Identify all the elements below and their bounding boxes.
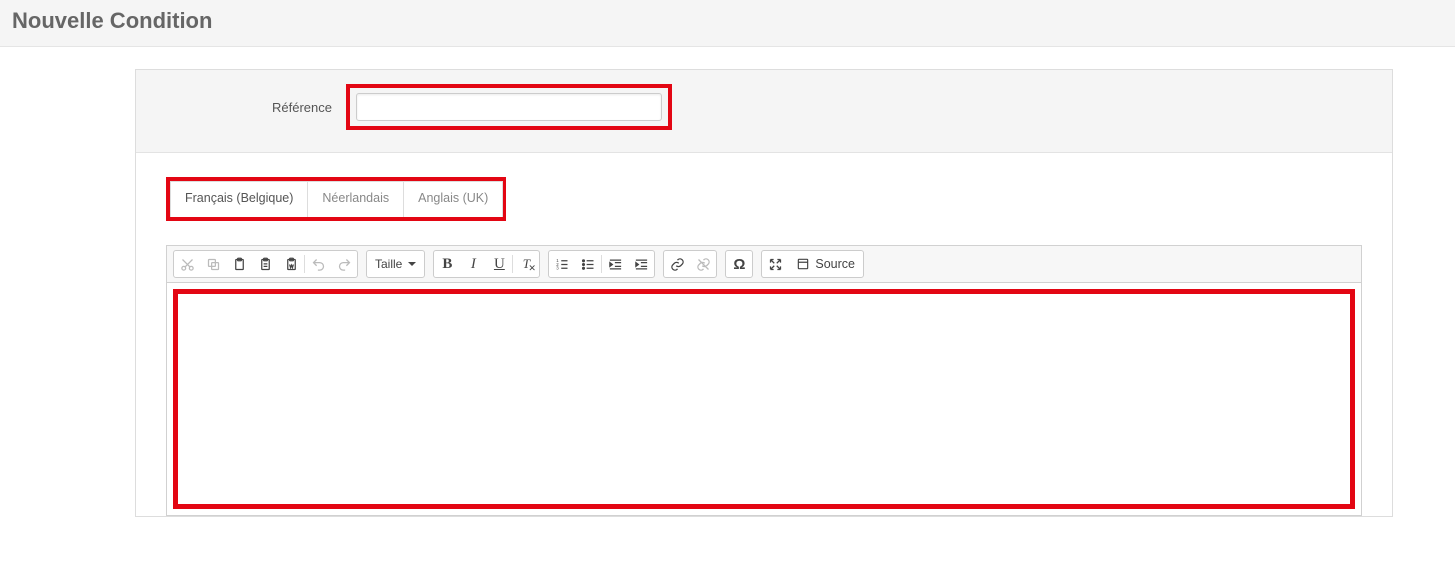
italic-button[interactable]: I xyxy=(460,251,486,277)
remove-format-button[interactable]: T✕ xyxy=(513,251,539,277)
cut-icon[interactable] xyxy=(174,251,200,277)
paste-icon[interactable] xyxy=(226,251,252,277)
undo-icon[interactable] xyxy=(305,251,331,277)
font-size-label: Taille xyxy=(375,257,402,271)
language-tabs: Français (Belgique) Néerlandais Anglais … xyxy=(170,181,502,217)
indent-icon[interactable] xyxy=(628,251,654,277)
form-panel: Référence Français (Belgique) Néerlandai… xyxy=(135,69,1393,517)
source-icon xyxy=(796,257,810,271)
clipboard-group xyxy=(173,250,358,278)
unlink-icon[interactable] xyxy=(690,251,716,277)
paste-word-icon[interactable] xyxy=(278,251,304,277)
maximize-icon[interactable] xyxy=(762,251,788,277)
chevron-down-icon xyxy=(408,262,416,266)
source-button[interactable]: Source xyxy=(788,251,863,277)
reference-row: Référence xyxy=(136,70,1392,153)
tab-english-uk[interactable]: Anglais (UK) xyxy=(403,181,503,217)
tab-dutch[interactable]: Néerlandais xyxy=(307,181,404,217)
content: Référence Français (Belgique) Néerlandai… xyxy=(0,47,1455,517)
list-indent-group: 123 xyxy=(548,250,655,278)
source-label: Source xyxy=(815,257,855,271)
font-size-select[interactable]: Taille xyxy=(366,250,425,278)
page-header: Nouvelle Condition xyxy=(0,0,1455,47)
numbered-list-icon[interactable]: 123 xyxy=(549,251,575,277)
svg-text:3: 3 xyxy=(556,265,559,270)
rich-text-editor: Taille B I U T✕ 123 xyxy=(166,245,1362,516)
text-style-group: B I U T✕ xyxy=(433,250,540,278)
reference-input[interactable] xyxy=(356,93,662,121)
outdent-icon[interactable] xyxy=(602,251,628,277)
editor-body xyxy=(167,283,1361,515)
special-char-icon[interactable]: Ω xyxy=(726,251,752,277)
tab-french-belgium[interactable]: Français (Belgique) xyxy=(170,181,308,217)
reference-label: Référence xyxy=(146,100,346,115)
link-icon[interactable] xyxy=(664,251,690,277)
special-char-group: Ω xyxy=(725,250,753,278)
redo-icon[interactable] xyxy=(331,251,357,277)
bold-button[interactable]: B xyxy=(434,251,460,277)
editor-toolbar: Taille B I U T✕ 123 xyxy=(167,246,1361,283)
copy-icon[interactable] xyxy=(200,251,226,277)
link-group xyxy=(663,250,717,278)
bullet-list-icon[interactable] xyxy=(575,251,601,277)
view-group: Source xyxy=(761,250,864,278)
paste-text-icon[interactable] xyxy=(252,251,278,277)
underline-button[interactable]: U xyxy=(486,251,512,277)
language-tabs-area: Français (Belgique) Néerlandais Anglais … xyxy=(136,153,1392,221)
reference-highlight xyxy=(346,84,672,130)
tabs-highlight: Français (Belgique) Néerlandais Anglais … xyxy=(166,177,506,221)
page-title: Nouvelle Condition xyxy=(12,8,1443,34)
editor-content-highlight[interactable] xyxy=(173,289,1355,509)
